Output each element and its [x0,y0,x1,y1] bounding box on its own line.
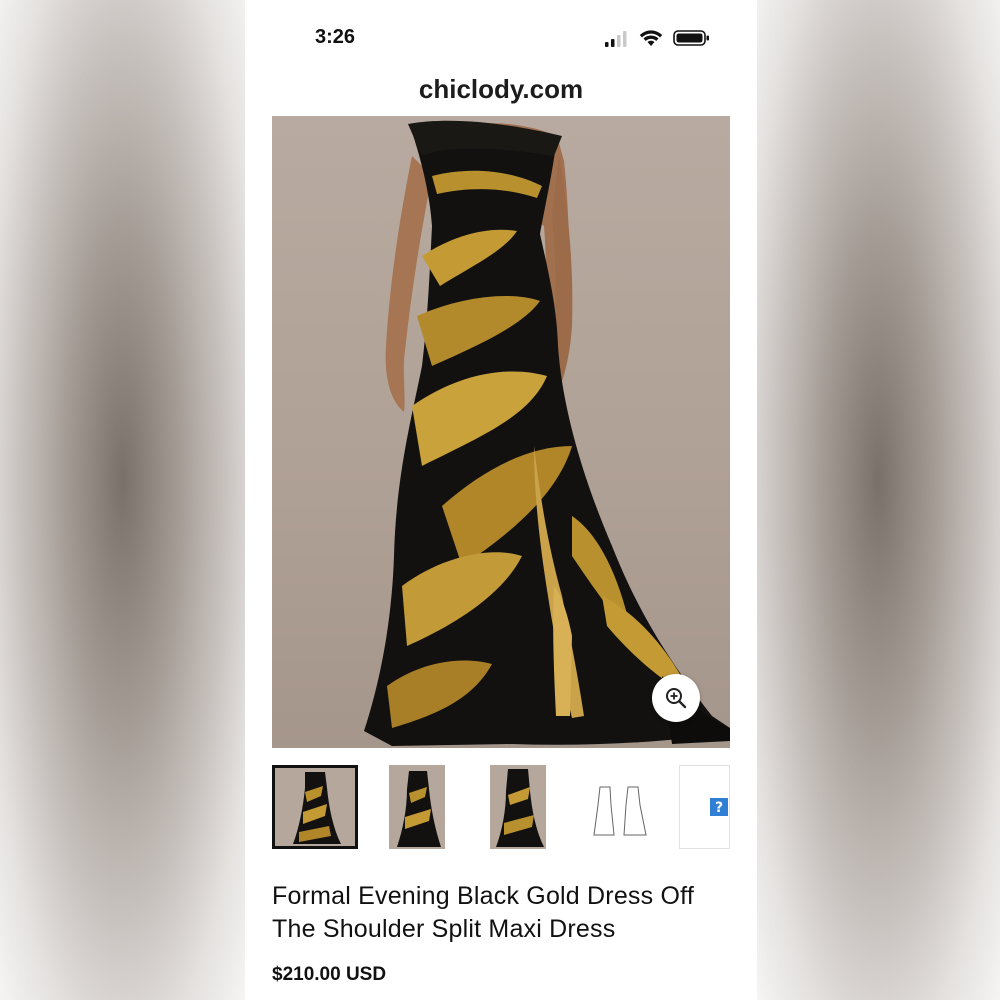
thumbnail-side[interactable] [389,765,445,849]
status-time: 3:26 [315,26,356,48]
size-chart-icon: ? [680,766,729,848]
battery-icon [673,30,709,46]
browser-url[interactable]: chiclody.com [245,70,757,114]
thumbnail-sketch-image [588,765,652,849]
thumbnail-side-image [389,765,445,849]
thumbnail-front-image [275,768,355,846]
signal-icon [605,31,627,47]
phone-screen: 3:26 chiclody.com ? Formal Evening Black… [245,0,757,1000]
zoom-button[interactable] [652,674,700,722]
thumbnail-size-chart[interactable]: ? [679,765,730,849]
status-bar: 3:26 [245,0,757,70]
product-price: $210.00 USD [272,964,387,985]
thumbnail-front[interactable] [272,765,358,849]
thumbnail-back-image [490,765,546,849]
wifi-icon [639,30,663,46]
product-main-image[interactable] [272,116,730,748]
zoom-in-icon [666,688,687,709]
thumbnail-back[interactable] [490,765,546,849]
status-icons [605,28,715,48]
thumbnail-strip: ? [272,765,730,851]
black-gold-dress-photo [364,120,730,747]
blurred-background-left [0,0,245,1000]
svg-text:?: ? [715,800,723,816]
blurred-background-right [757,0,1000,1000]
thumbnail-sketch[interactable] [588,765,652,849]
product-title: Formal Evening Black Gold Dress Off The … [272,882,694,943]
